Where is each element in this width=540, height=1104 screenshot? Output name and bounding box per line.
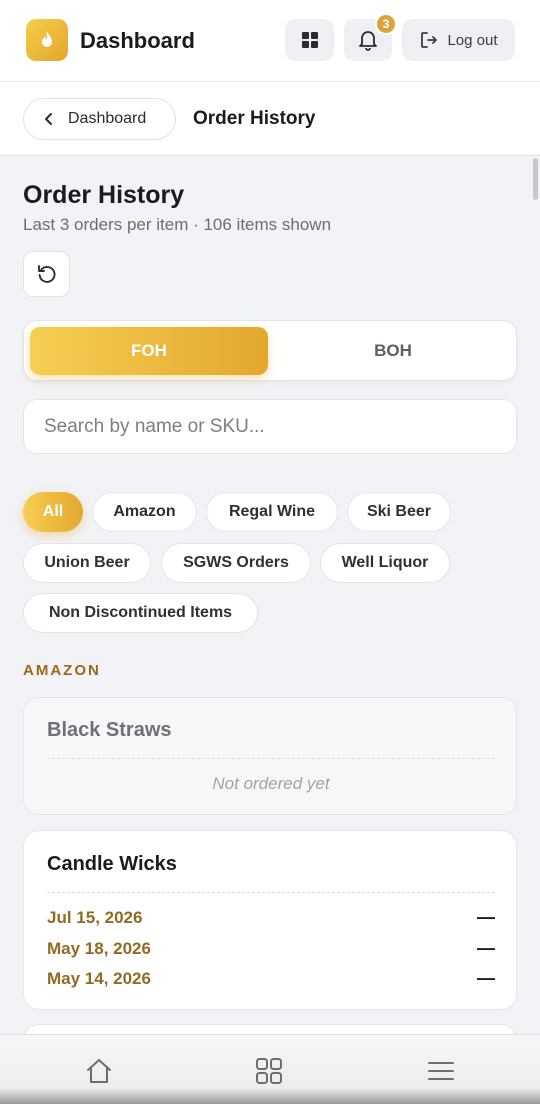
card-divider <box>47 758 495 759</box>
apps-icon <box>256 1058 282 1084</box>
order-quantity: — <box>477 938 495 958</box>
page-subtitle: Last 3 orders per item · 106 items shown <box>23 215 332 234</box>
card-divider <box>47 892 495 893</box>
order-quantity: — <box>477 907 495 927</box>
order-row: May 14, 2026 — <box>47 968 495 989</box>
item-name: Candle Wicks <box>47 853 177 875</box>
nav-home-button[interactable] <box>81 1053 117 1089</box>
flame-icon <box>26 19 68 61</box>
search-input[interactable] <box>23 399 517 454</box>
filter-chip-sgws-orders[interactable]: SGWS Orders <box>161 543 311 583</box>
order-date: Jul 15, 2026 <box>47 907 143 927</box>
bell-icon <box>359 31 377 51</box>
filter-chip-regal-wine[interactable]: Regal Wine <box>206 492 338 532</box>
back-label: Dashboard <box>68 110 147 127</box>
tab-boh[interactable]: BOH <box>274 327 512 375</box>
home-icon <box>87 1059 111 1083</box>
filter-chip-ski-beer[interactable]: Ski Beer <box>347 492 451 532</box>
back-to-dashboard-button[interactable]: Dashboard <box>23 98 176 140</box>
item-card-candle-wicks[interactable]: Candle Wicks Jul 15, 2026 — May 18, 2026… <box>23 830 517 1010</box>
order-date: May 18, 2026 <box>47 938 151 958</box>
filter-chip-non-discontinued-items[interactable]: Non Discontinued Items <box>23 593 258 633</box>
scrollbar-thumb[interactable] <box>533 158 538 200</box>
tab-foh[interactable]: FOH <box>30 327 268 375</box>
breadcrumb-current: Order History <box>193 108 316 129</box>
section-label-amazon: AMAZON <box>23 662 101 679</box>
page-title: Order History <box>23 181 185 209</box>
top-app-bar: Dashboard 3 Log out <box>0 0 540 82</box>
refresh-button[interactable] <box>23 251 70 297</box>
filter-chip-well-liquor[interactable]: Well Liquor <box>320 543 450 583</box>
logout-icon <box>421 32 438 48</box>
grid-icon <box>301 32 318 48</box>
order-quantity: — <box>477 968 495 988</box>
logout-label: Log out <box>447 31 498 49</box>
nav-apps-button[interactable] <box>251 1053 287 1089</box>
location-toggle: FOH BOH <box>23 320 517 381</box>
bottom-edge-shadow <box>0 1088 540 1104</box>
filter-chip-union-beer[interactable]: Union Beer <box>23 543 151 583</box>
filter-chip-amazon[interactable]: Amazon <box>92 492 197 532</box>
item-card-black-straws[interactable]: Black Straws Not ordered yet <box>23 697 517 815</box>
logout-button[interactable]: Log out <box>402 19 515 61</box>
refresh-icon <box>37 265 55 283</box>
grid-button[interactable] <box>285 19 334 61</box>
not-ordered-note: Not ordered yet <box>212 774 330 793</box>
notification-badge: 3 <box>375 13 397 35</box>
item-name: Black Straws <box>47 719 172 741</box>
order-date: May 14, 2026 <box>47 968 151 988</box>
nav-menu-button[interactable] <box>423 1053 459 1089</box>
filter-chip-all[interactable]: All <box>23 492 83 532</box>
chevron-left-icon <box>45 113 52 125</box>
menu-icon <box>428 1062 454 1080</box>
order-row: Jul 15, 2026 — <box>47 907 495 928</box>
order-row: May 18, 2026 — <box>47 938 495 959</box>
app-title: Dashboard <box>80 28 195 53</box>
breadcrumb: Dashboard Order History <box>0 82 540 156</box>
